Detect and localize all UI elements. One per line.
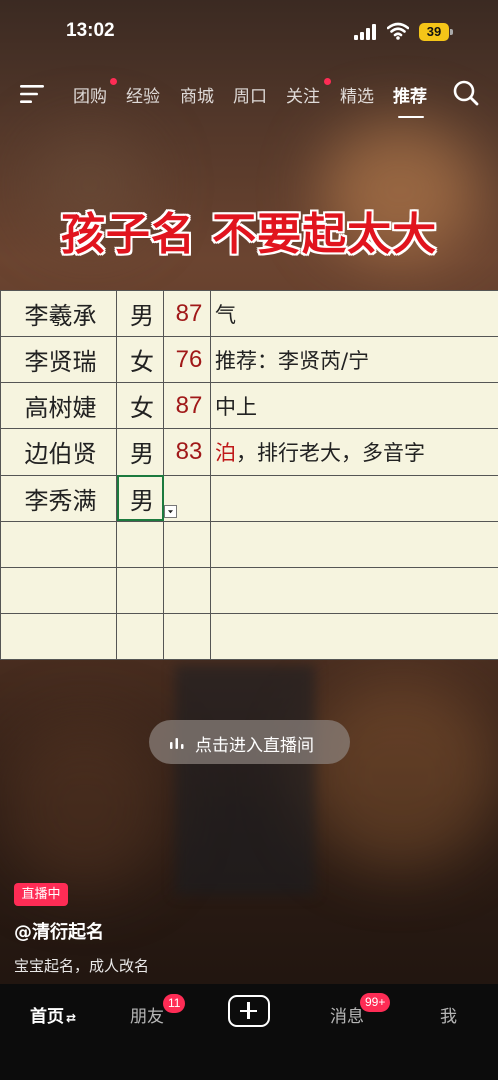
empty-cell bbox=[210, 520, 498, 568]
tab-notification-dot bbox=[110, 78, 117, 85]
score-cell: 87 bbox=[163, 289, 211, 338]
table-row bbox=[0, 612, 498, 661]
bottom-nav-me[interactable]: 我 bbox=[440, 1002, 457, 1027]
enter-live-room-label: 点击进入直播间 bbox=[195, 736, 314, 756]
tab-zhoukou[interactable]: 周口 bbox=[233, 82, 267, 107]
gender-cell: 女 bbox=[116, 336, 164, 384]
cell-dropdown-icon bbox=[164, 505, 177, 518]
search-icon[interactable] bbox=[452, 79, 480, 107]
name-cell: 边伯贤 bbox=[0, 428, 117, 476]
top-nav: 团购 经验 商城 周口 关注 精选 推荐 bbox=[0, 72, 498, 118]
create-post-button[interactable] bbox=[228, 995, 270, 1027]
messages-badge: 99+ bbox=[360, 993, 391, 1012]
table-row bbox=[0, 520, 498, 568]
name-cell: 高树婕 bbox=[0, 382, 117, 430]
gender-cell: 男 bbox=[116, 428, 164, 476]
name-cell: 李秀满 bbox=[0, 474, 117, 522]
selected-gender-cell: 男 bbox=[116, 474, 164, 522]
note-cell bbox=[210, 474, 498, 522]
names-spreadsheet: 李羲承 男 87 气 李贤瑞 女 76 推荐：李贤芮/宁 高树婕 女 87 中上… bbox=[0, 289, 498, 661]
tab-shangcheng[interactable]: 商城 bbox=[180, 82, 214, 107]
status-bar: 13:02 39 bbox=[0, 0, 498, 62]
highlight-char: 泊 bbox=[215, 440, 236, 465]
empty-cell bbox=[0, 520, 117, 568]
battery-icon: 39 bbox=[419, 23, 449, 41]
status-time: 13:02 bbox=[66, 20, 115, 41]
friends-badge: 11 bbox=[163, 994, 186, 1013]
tab-jingxuan[interactable]: 精选 bbox=[340, 82, 374, 107]
video-title-banner: 孩子名 不要起太大 bbox=[60, 209, 438, 260]
gender-cell: 女 bbox=[116, 382, 164, 430]
empty-cell bbox=[0, 566, 117, 614]
tab-tuijian[interactable]: 推荐 bbox=[393, 82, 427, 107]
live-status-badge[interactable]: 直播中 bbox=[14, 883, 68, 906]
note-cell: 气 bbox=[210, 289, 498, 338]
plus-icon bbox=[247, 1002, 250, 1019]
empty-cell bbox=[0, 612, 117, 661]
gender-cell: 男 bbox=[116, 289, 164, 338]
note-text: ，排行老大，多音字 bbox=[236, 440, 425, 465]
empty-cell bbox=[163, 612, 211, 661]
name-cell: 李羲承 bbox=[0, 289, 117, 338]
empty-cell bbox=[163, 520, 211, 568]
note-cell: 泊，排行老大，多音字 bbox=[210, 428, 498, 476]
active-tab-indicator bbox=[398, 116, 424, 118]
table-row: 边伯贤 男 83 泊，排行老大，多音字 bbox=[0, 428, 498, 476]
note-cell: 推荐：李贤芮/宁 bbox=[210, 336, 498, 384]
bottom-nav-friends[interactable]: 朋友 bbox=[130, 1002, 164, 1027]
empty-cell bbox=[116, 520, 164, 568]
account-name[interactable]: @清衍起名 bbox=[14, 918, 104, 944]
empty-cell bbox=[116, 566, 164, 614]
bottom-nav-home[interactable]: 首页 ⇄ bbox=[30, 1002, 76, 1027]
table-row: 李羲承 男 87 气 bbox=[0, 289, 498, 338]
note-cell: 中上 bbox=[210, 382, 498, 430]
bottom-nav-messages[interactable]: 消息 bbox=[330, 1002, 364, 1027]
empty-cell bbox=[163, 566, 211, 614]
bottom-nav: 首页 ⇄ 朋友 11 消息 99+ 我 bbox=[0, 984, 498, 1080]
background-door bbox=[175, 665, 315, 895]
tab-jingyan[interactable]: 经验 bbox=[126, 82, 160, 107]
score-cell: 83 bbox=[163, 428, 211, 476]
wifi-icon bbox=[387, 22, 409, 40]
cellular-signal-icon bbox=[354, 24, 376, 40]
name-cell: 李贤瑞 bbox=[0, 336, 117, 384]
menu-icon[interactable] bbox=[20, 82, 46, 106]
tab-guanzhu[interactable]: 关注 bbox=[286, 82, 320, 107]
empty-cell bbox=[210, 612, 498, 661]
score-cell: 87 bbox=[163, 382, 211, 430]
background-glow bbox=[300, 680, 498, 870]
table-row: 李秀满 男 bbox=[0, 474, 498, 522]
live-bars-icon bbox=[170, 738, 184, 749]
background-glow bbox=[0, 720, 170, 890]
enter-live-room-button[interactable]: 点击进入直播间 bbox=[149, 720, 350, 764]
tab-tuangou[interactable]: 团购 bbox=[73, 82, 107, 107]
battery-tip bbox=[450, 29, 453, 35]
account-description: 宝宝起名，成人改名 bbox=[14, 957, 150, 975]
tab-notification-dot bbox=[324, 78, 331, 85]
score-cell: 76 bbox=[163, 336, 211, 384]
empty-cell bbox=[116, 612, 164, 661]
table-row bbox=[0, 566, 498, 614]
table-row: 高树婕 女 87 中上 bbox=[0, 382, 498, 430]
empty-cell bbox=[210, 566, 498, 614]
swap-icon: ⇄ bbox=[66, 1011, 77, 1025]
table-row: 李贤瑞 女 76 推荐：李贤芮/宁 bbox=[0, 336, 498, 384]
home-label: 首页 bbox=[30, 1007, 64, 1027]
